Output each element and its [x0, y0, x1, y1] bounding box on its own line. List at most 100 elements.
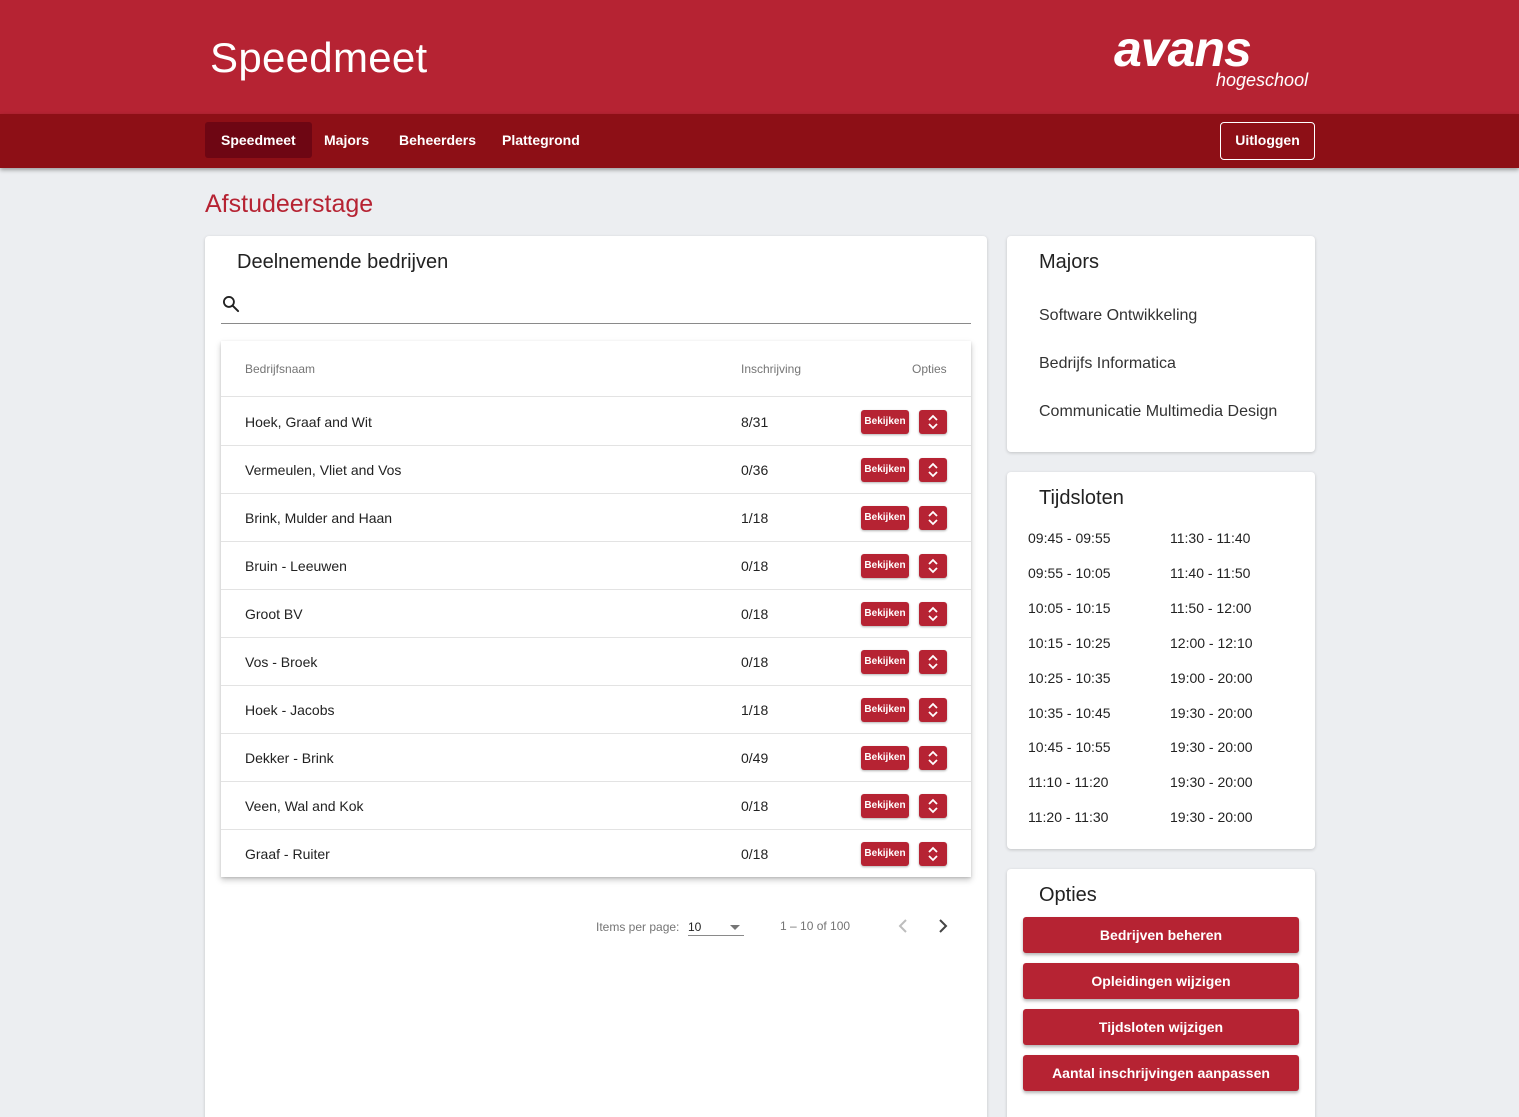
expand-button[interactable]: [919, 458, 947, 482]
unfold-icon: [928, 414, 938, 430]
edit-timeslots-button[interactable]: Tijdsloten wijzigen: [1023, 1009, 1299, 1045]
search-icon: [223, 296, 240, 313]
registration-count: 1/18: [741, 702, 769, 718]
app-title: Speedmeet: [210, 34, 428, 81]
edit-programs-button[interactable]: Opleidingen wijzigen: [1023, 963, 1299, 999]
registration-count: 1/18: [741, 510, 769, 526]
registration-count: 0/18: [741, 654, 769, 670]
registration-count: 0/18: [741, 846, 769, 862]
search-input[interactable]: [251, 290, 961, 320]
expand-button[interactable]: [919, 650, 947, 674]
registration-count: 0/36: [741, 462, 769, 478]
company-name: Vermeulen, Vliet and Vos: [245, 462, 402, 478]
table-row: Hoek, Graaf and Wit 8/31 Bekijken: [221, 398, 971, 446]
unfold-icon: [928, 798, 938, 814]
unfold-icon: [928, 846, 938, 862]
majors-title: Majors: [1039, 251, 1100, 273]
timeslot-item: 09:55 - 10:05: [1028, 564, 1111, 581]
table-row: Dekker - Brink 0/49 Bekijken: [221, 734, 971, 782]
unfold-icon: [928, 462, 938, 478]
view-button[interactable]: Bekijken: [861, 554, 909, 578]
unfold-icon: [928, 510, 938, 526]
timeslot-item: 10:15 - 10:25: [1028, 634, 1111, 651]
options-card: Opties Bedrijven beheren Opleidingen wij…: [1007, 869, 1315, 1117]
nav-item-majors[interactable]: Majors: [308, 122, 385, 158]
next-page-icon[interactable]: [931, 914, 955, 938]
table-row: Bruin - Leeuwen 0/18 Bekijken: [221, 542, 971, 590]
registration-count: 0/18: [741, 606, 769, 622]
company-name: Hoek - Jacobs: [245, 702, 335, 718]
timeslot-item: 11:50 - 12:00: [1170, 599, 1252, 616]
timeslots-title: Tijdsloten: [1039, 487, 1124, 509]
major-item: Communicatie Multimedia Design: [1039, 403, 1278, 420]
companies-card: Deelnemende bedrijven Bedrijfsnaam Insch…: [205, 236, 987, 1117]
page-size-value: 10: [688, 920, 702, 934]
expand-button[interactable]: [919, 698, 947, 722]
timeslot-item: 11:10 - 11:20: [1028, 774, 1109, 791]
expand-button[interactable]: [919, 794, 947, 818]
registration-count: 8/31: [741, 414, 769, 430]
top-header: Speedmeet avans hogeschool: [0, 0, 1519, 114]
timeslot-item: 10:05 - 10:15: [1028, 599, 1111, 616]
table-row: Hoek - Jacobs 1/18 Bekijken: [221, 686, 971, 734]
table-header: Bedrijfsnaam Inschrijving Opties: [221, 341, 971, 397]
view-button[interactable]: Bekijken: [861, 842, 909, 866]
expand-button[interactable]: [919, 842, 947, 866]
view-button[interactable]: Bekijken: [861, 650, 909, 674]
unfold-icon: [928, 750, 938, 766]
column-header-name[interactable]: Bedrijfsnaam: [245, 362, 315, 376]
registration-count: 0/18: [741, 558, 769, 574]
column-header-options: Opties: [912, 362, 947, 376]
view-button[interactable]: Bekijken: [861, 698, 909, 722]
timeslot-item: 10:45 - 10:55: [1028, 739, 1111, 756]
company-name: Groot BV: [245, 606, 303, 622]
company-name: Veen, Wal and Kok: [245, 798, 364, 814]
timeslot-item: 12:00 - 12:10: [1170, 634, 1253, 651]
companies-table: Bedrijfsnaam Inschrijving Opties Hoek, G…: [221, 341, 971, 877]
timeslot-item: 11:20 - 11:30: [1028, 809, 1109, 826]
company-name: Vos - Broek: [245, 654, 318, 670]
logout-button[interactable]: Uitloggen: [1220, 122, 1315, 160]
unfold-icon: [928, 558, 938, 574]
nav-item-plattegrond[interactable]: Plattegrond: [486, 122, 596, 158]
registration-count: 0/18: [741, 798, 769, 814]
timeslot-item: 19:30 - 20:00: [1170, 809, 1253, 826]
page-size-select[interactable]: 10: [688, 912, 744, 936]
table-row: Groot BV 0/18 Bekijken: [221, 590, 971, 638]
timeslot-item: 19:00 - 20:00: [1170, 669, 1253, 686]
nav-item-beheerders[interactable]: Beheerders: [383, 122, 492, 158]
company-name: Dekker - Brink: [245, 750, 334, 766]
manage-companies-button[interactable]: Bedrijven beheren: [1023, 917, 1299, 953]
expand-button[interactable]: [919, 746, 947, 770]
previous-page-icon[interactable]: [891, 914, 915, 938]
adjust-registrations-button[interactable]: Aantal inschrijvingen aanpassen: [1023, 1055, 1299, 1091]
nav-item-speedmeet[interactable]: Speedmeet: [205, 122, 312, 158]
major-item: Bedrijfs Informatica: [1039, 355, 1176, 372]
company-name: Hoek, Graaf and Wit: [245, 414, 372, 430]
view-button[interactable]: Bekijken: [861, 506, 909, 530]
timeslot-item: 10:25 - 10:35: [1028, 669, 1111, 686]
timeslot-item: 11:40 - 11:50: [1170, 564, 1251, 581]
page-title: Afstudeerstage: [205, 190, 374, 218]
view-button[interactable]: Bekijken: [861, 458, 909, 482]
view-button[interactable]: Bekijken: [861, 602, 909, 626]
view-button[interactable]: Bekijken: [861, 746, 909, 770]
expand-button[interactable]: [919, 506, 947, 530]
column-header-registration[interactable]: Inschrijving: [741, 362, 801, 376]
company-name: Brink, Mulder and Haan: [245, 510, 393, 526]
unfold-icon: [928, 654, 938, 670]
view-button[interactable]: Bekijken: [861, 410, 909, 434]
unfold-icon: [928, 606, 938, 622]
items-per-page-label: Items per page:: [596, 920, 680, 934]
company-name: Graaf - Ruiter: [245, 846, 330, 862]
logo-sub-text: hogeschool: [1216, 70, 1309, 90]
view-button[interactable]: Bekijken: [861, 794, 909, 818]
company-name: Bruin - Leeuwen: [245, 558, 347, 574]
registration-count: 0/49: [741, 750, 769, 766]
expand-button[interactable]: [919, 554, 947, 578]
expand-button[interactable]: [919, 410, 947, 434]
majors-card: Majors Software Ontwikkeling Bedrijfs In…: [1007, 236, 1315, 452]
expand-button[interactable]: [919, 602, 947, 626]
table-row: Vermeulen, Vliet and Vos 0/36 Bekijken: [221, 446, 971, 494]
table-row: Graaf - Ruiter 0/18 Bekijken: [221, 830, 971, 878]
